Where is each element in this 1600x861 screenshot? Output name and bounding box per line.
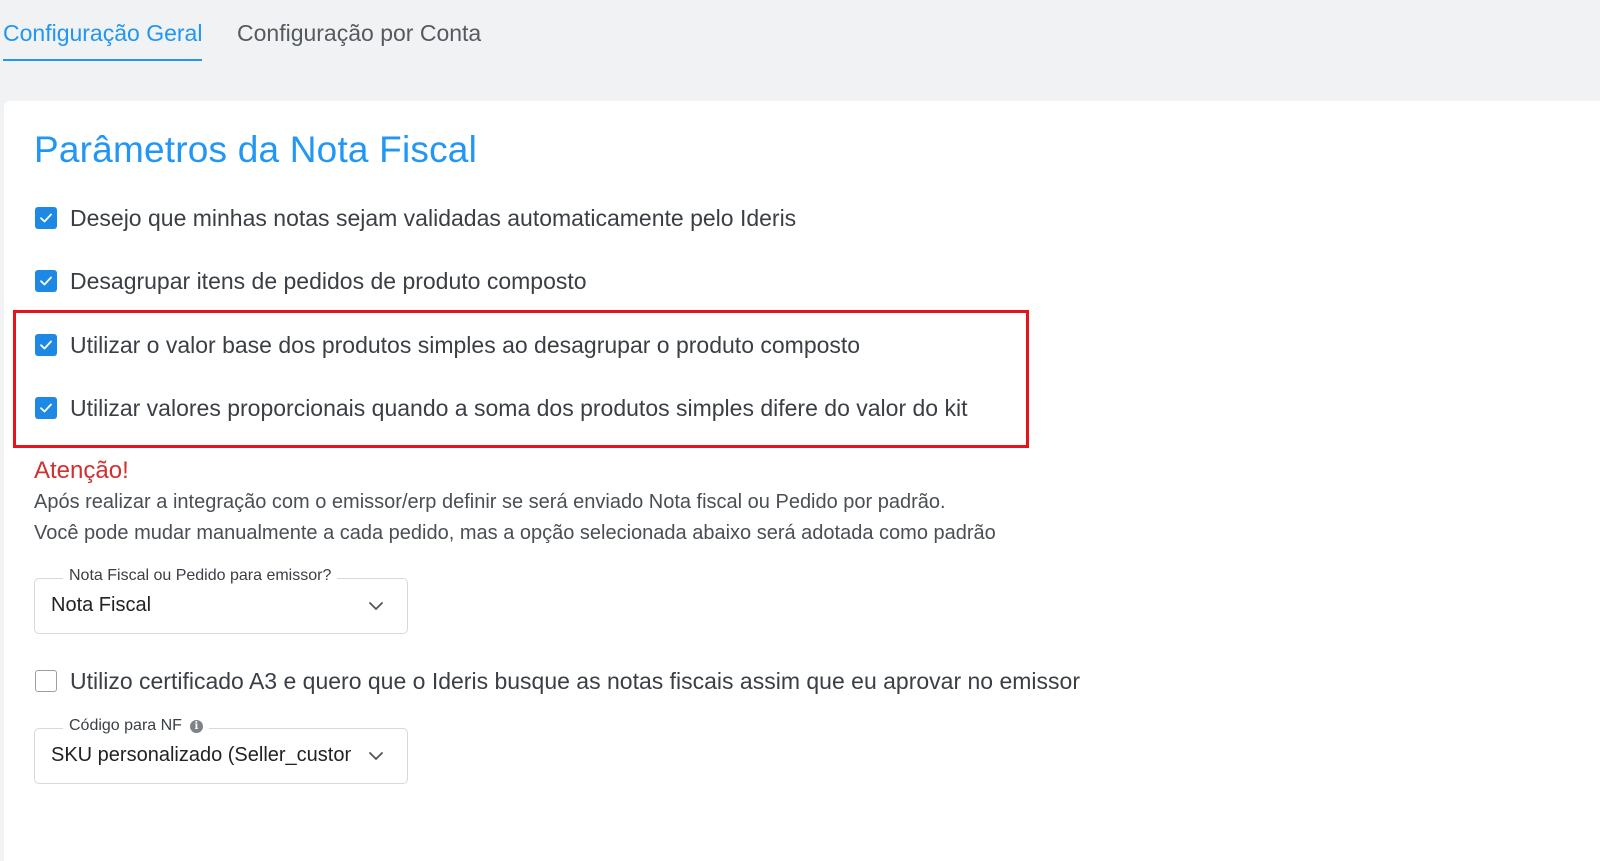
invoice-params-card: Parâmetros da Nota Fiscal Desejo que min… [4,101,1600,861]
emitter-type-select[interactable]: Nota Fiscal ou Pedido para emissor? Nota… [34,567,408,634]
checkbox-unchecked-icon[interactable] [35,670,57,692]
select-value: Nota Fiscal [51,594,152,616]
tab-account-config[interactable]: Configuração por Conta [237,20,481,59]
checkbox-checked-icon[interactable] [35,397,57,419]
chevron-down-icon[interactable] [367,747,385,765]
select-label: Nota Fiscal ou Pedido para emissor? [63,567,338,585]
checkbox-checked-icon[interactable] [35,270,57,292]
attention-title: Atenção! [34,457,129,484]
nf-code-select[interactable]: Código para NF i SKU personalizado (Sell… [34,717,408,784]
info-icon[interactable]: i [189,719,203,733]
checkbox-checked-icon[interactable] [35,334,57,356]
checkbox-label: Utilizo certificado A3 e quero que o Ide… [70,667,1080,694]
checkbox-label: Desagrupar itens de pedidos de produto c… [70,267,587,294]
checkbox-label: Utilizar valores proporcionais quando a … [70,394,968,421]
checkbox-a3-certificate[interactable]: Utilizo certificado A3 e quero que o Ide… [35,666,1080,696]
checkbox-base-value[interactable]: Utilizar o valor base dos produtos simpl… [35,330,860,360]
select-label: Código para NF i [63,717,209,735]
checkbox-checked-icon[interactable] [35,207,57,229]
section-title: Parâmetros da Nota Fiscal [34,129,478,170]
checkbox-proportional-values[interactable]: Utilizar valores proporcionais quando a … [35,393,967,423]
checkbox-ungroup-items[interactable]: Desagrupar itens de pedidos de produto c… [35,266,587,296]
tab-general-config[interactable]: Configuração Geral [3,20,203,61]
checkbox-label: Utilizar o valor base dos produtos simpl… [70,331,861,358]
chevron-down-icon[interactable] [367,597,385,615]
checkbox-label: Desejo que minhas notas sejam validadas … [70,204,797,231]
checkbox-auto-validate[interactable]: Desejo que minhas notas sejam validadas … [35,203,796,233]
select-value: SKU personalizado (Seller_custom_field) [51,744,351,766]
tab-bar: Configuração Geral Configuração por Cont… [0,0,1600,100]
attention-text-line-2: Você pode mudar manualmente a cada pedid… [34,522,996,544]
attention-text-line-1: Após realizar a integração com o emissor… [34,491,946,513]
